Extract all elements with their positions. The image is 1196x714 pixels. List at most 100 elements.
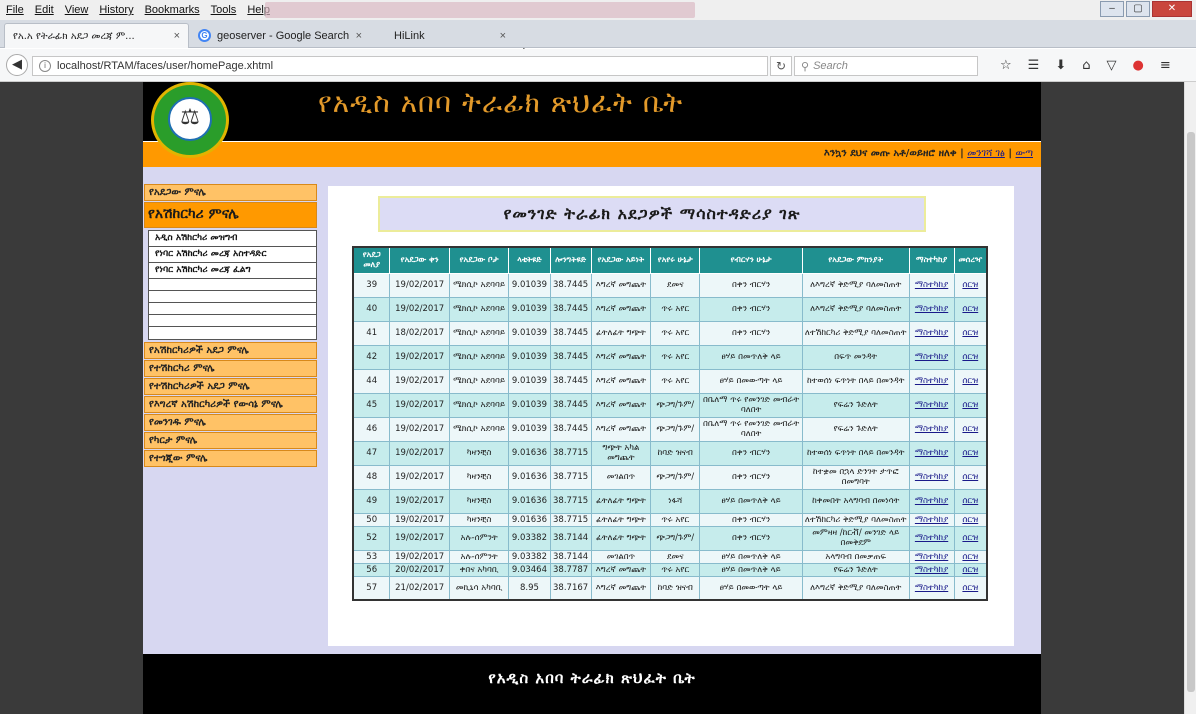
tab-active[interactable]: የአ.አ የትራፊክ አደጋ መረጃ ም... ×	[4, 23, 189, 48]
col-header[interactable]: መሰረዣ	[953, 246, 988, 274]
close-tab-icon[interactable]: ×	[500, 30, 506, 42]
table-cell: ደመና	[650, 549, 701, 564]
minimize-button[interactable]: –	[1100, 1, 1124, 17]
edit-link[interactable]: ማስተካከያ	[908, 368, 955, 394]
table-row: 42 19/02/2017 ሜክሲኮ አደባባይ 9.01039 38.7445 እግረኛ…	[352, 344, 988, 370]
close-window-button[interactable]: ✕	[1152, 1, 1192, 17]
table-cell: በቀን ብርሃን	[699, 464, 803, 490]
addon-icon[interactable]: ●	[1132, 58, 1143, 73]
maximize-button[interactable]: ▢	[1126, 1, 1150, 17]
sidebar-item-decision[interactable]: የእግረኛ አሽከርካሪዎች የውሳኔ ምናሌ	[144, 396, 317, 413]
edit-link[interactable]: ማስተካከያ	[908, 575, 955, 601]
col-header[interactable]: ላቲትዩድ	[508, 246, 551, 274]
edit-link[interactable]: ማስተካከያ	[908, 392, 955, 418]
delete-link[interactable]: ሰርዝ	[953, 416, 988, 442]
submenu-blank[interactable]	[149, 327, 316, 339]
col-header[interactable]: የአደጋው ምክንያት	[801, 246, 910, 274]
delete-link[interactable]: ሰርዝ	[953, 512, 988, 527]
col-header[interactable]: የአደጋ መለያ	[352, 246, 391, 274]
menu-view[interactable]: View	[65, 4, 89, 16]
menu-bookmarks[interactable]: Bookmarks	[145, 4, 200, 16]
table-cell: 9.01039	[508, 296, 551, 322]
col-header[interactable]: የአደጋው ቦታ	[448, 246, 510, 274]
edit-link[interactable]: ማስተካከያ	[908, 562, 955, 577]
delete-link[interactable]: ሰርዝ	[953, 272, 988, 298]
sidebar-driver-header[interactable]: የአሽከርካሪ ምናሌ	[144, 202, 317, 228]
delete-link[interactable]: ሰርዝ	[953, 575, 988, 601]
edit-link[interactable]: ማስተካከያ	[908, 549, 955, 564]
submenu-register-driver[interactable]: አዲስ አሽከርካሪ መዝግብ	[149, 231, 316, 247]
vertical-scrollbar[interactable]	[1184, 82, 1196, 714]
edit-link[interactable]: ማስተካከያ	[908, 488, 955, 514]
menu-edit[interactable]: Edit	[35, 4, 54, 16]
search-input[interactable]: ⚲ Search	[794, 56, 978, 76]
edit-link[interactable]: ማስተካከያ	[908, 525, 955, 551]
tab-hilink[interactable]: HiLink ×	[386, 23, 514, 48]
edit-link[interactable]: ማስተካከያ	[908, 512, 955, 527]
delete-link[interactable]: ሰርዝ	[953, 368, 988, 394]
edit-link[interactable]: ማስተካከያ	[908, 320, 955, 346]
sidebar-item-driver-accidents[interactable]: የአሽከርካሪዎች አደጋ ምናሌ	[144, 342, 317, 359]
bookmark-star-icon[interactable]: ☆	[1000, 58, 1012, 73]
sidebar-item-road[interactable]: የመንገዱ ምናሌ	[144, 414, 317, 431]
delete-link[interactable]: ሰርዝ	[953, 320, 988, 346]
table-cell: 44	[352, 368, 391, 394]
logout-link[interactable]: ውጣ	[1015, 148, 1033, 159]
edit-link[interactable]: ማስተካከያ	[908, 296, 955, 322]
col-header[interactable]: የአደጋው አይነት	[590, 246, 652, 274]
scrollbar-thumb[interactable]	[1187, 132, 1195, 692]
submenu-manage-driver[interactable]: የነባር አሽከርካሪ መረጃ አስተዳድር	[149, 247, 316, 263]
delete-link[interactable]: ሰርዝ	[953, 549, 988, 564]
table-cell: 57	[352, 575, 391, 601]
reading-list-icon[interactable]: ☰	[1028, 58, 1040, 73]
col-header[interactable]: የብርሃን ሁኔታ	[699, 246, 803, 274]
home-icon[interactable]: ⌂	[1082, 58, 1090, 73]
hamburger-menu-icon[interactable]: ≡	[1160, 58, 1171, 73]
close-tab-icon[interactable]: ×	[174, 30, 180, 42]
close-tab-icon[interactable]: ×	[356, 30, 362, 42]
submenu-blank[interactable]	[149, 279, 316, 291]
delete-link[interactable]: ሰርዝ	[953, 344, 988, 370]
delete-link[interactable]: ሰርዝ	[953, 562, 988, 577]
sidebar-item-accident[interactable]: የአደጋው ምናሌ	[144, 184, 317, 201]
info-icon[interactable]: i	[39, 60, 51, 72]
menu-history[interactable]: History	[99, 4, 133, 16]
delete-link[interactable]: ሰርዝ	[953, 488, 988, 514]
sidebar-item-map[interactable]: የካርታ ምናሌ	[144, 432, 317, 449]
table-cell: ካዛንቺስ	[448, 440, 510, 466]
col-header[interactable]: የአደጋው ቀን	[389, 246, 450, 274]
edit-link[interactable]: ማስተካከያ	[908, 416, 955, 442]
sidebar-item-vehicle[interactable]: የተሽከርካሪ ምናሌ	[144, 360, 317, 377]
col-header[interactable]: የአየሩ ሁኔታ	[650, 246, 701, 274]
profile-link[interactable]: መንገሻ ገፅ	[967, 148, 1005, 159]
delete-link[interactable]: ሰርዝ	[953, 525, 988, 551]
table-cell: በቀን ብርሃን	[699, 320, 803, 346]
menu-tools[interactable]: Tools	[211, 4, 237, 16]
sidebar-item-vehicle-accidents[interactable]: የተሽከርካሪዎች አደጋ ምናሌ	[144, 378, 317, 395]
submenu-blank[interactable]	[149, 303, 316, 315]
col-header[interactable]: ሎንግትዩድ	[549, 246, 592, 274]
menu-file[interactable]: File	[6, 4, 24, 16]
delete-link[interactable]: ሰርዝ	[953, 392, 988, 418]
edit-link[interactable]: ማስተካከያ	[908, 272, 955, 298]
reload-icon[interactable]: ↻	[770, 56, 792, 76]
edit-link[interactable]: ማስተካከያ	[908, 440, 955, 466]
sidebar-item-victim[interactable]: የተጎጂው ምናሌ	[144, 450, 317, 467]
submenu-search-driver[interactable]: የነባር አሽከርካሪ መረጃ ፈልግ	[149, 263, 316, 279]
back-arrow-icon[interactable]: ◀	[6, 54, 28, 76]
table-cell: 46	[352, 416, 391, 442]
table-row: 48 19/02/2017 ካዛንቺስ 9.01636 38.7715 መገልበጥ ጭጋግ/…	[352, 464, 988, 490]
pocket-icon[interactable]: ▽	[1106, 58, 1116, 73]
delete-link[interactable]: ሰርዝ	[953, 296, 988, 322]
submenu-blank[interactable]	[149, 291, 316, 303]
url-field[interactable]: i localhost/RTAM/faces/user/homePage.xht…	[32, 56, 768, 76]
col-header[interactable]: ማስተካከያ	[908, 246, 955, 274]
tab-google[interactable]: G geoserver - Google Search ×	[190, 23, 370, 48]
submenu-blank[interactable]	[149, 315, 316, 327]
delete-link[interactable]: ሰርዝ	[953, 440, 988, 466]
table-row: 40 19/02/2017 ሜክሲኮ አደባባይ 9.01039 38.7445 እግረኛ…	[352, 296, 988, 322]
edit-link[interactable]: ማስተካከያ	[908, 464, 955, 490]
delete-link[interactable]: ሰርዝ	[953, 464, 988, 490]
edit-link[interactable]: ማስተካከያ	[908, 344, 955, 370]
download-icon[interactable]: ⬇	[1055, 58, 1066, 73]
